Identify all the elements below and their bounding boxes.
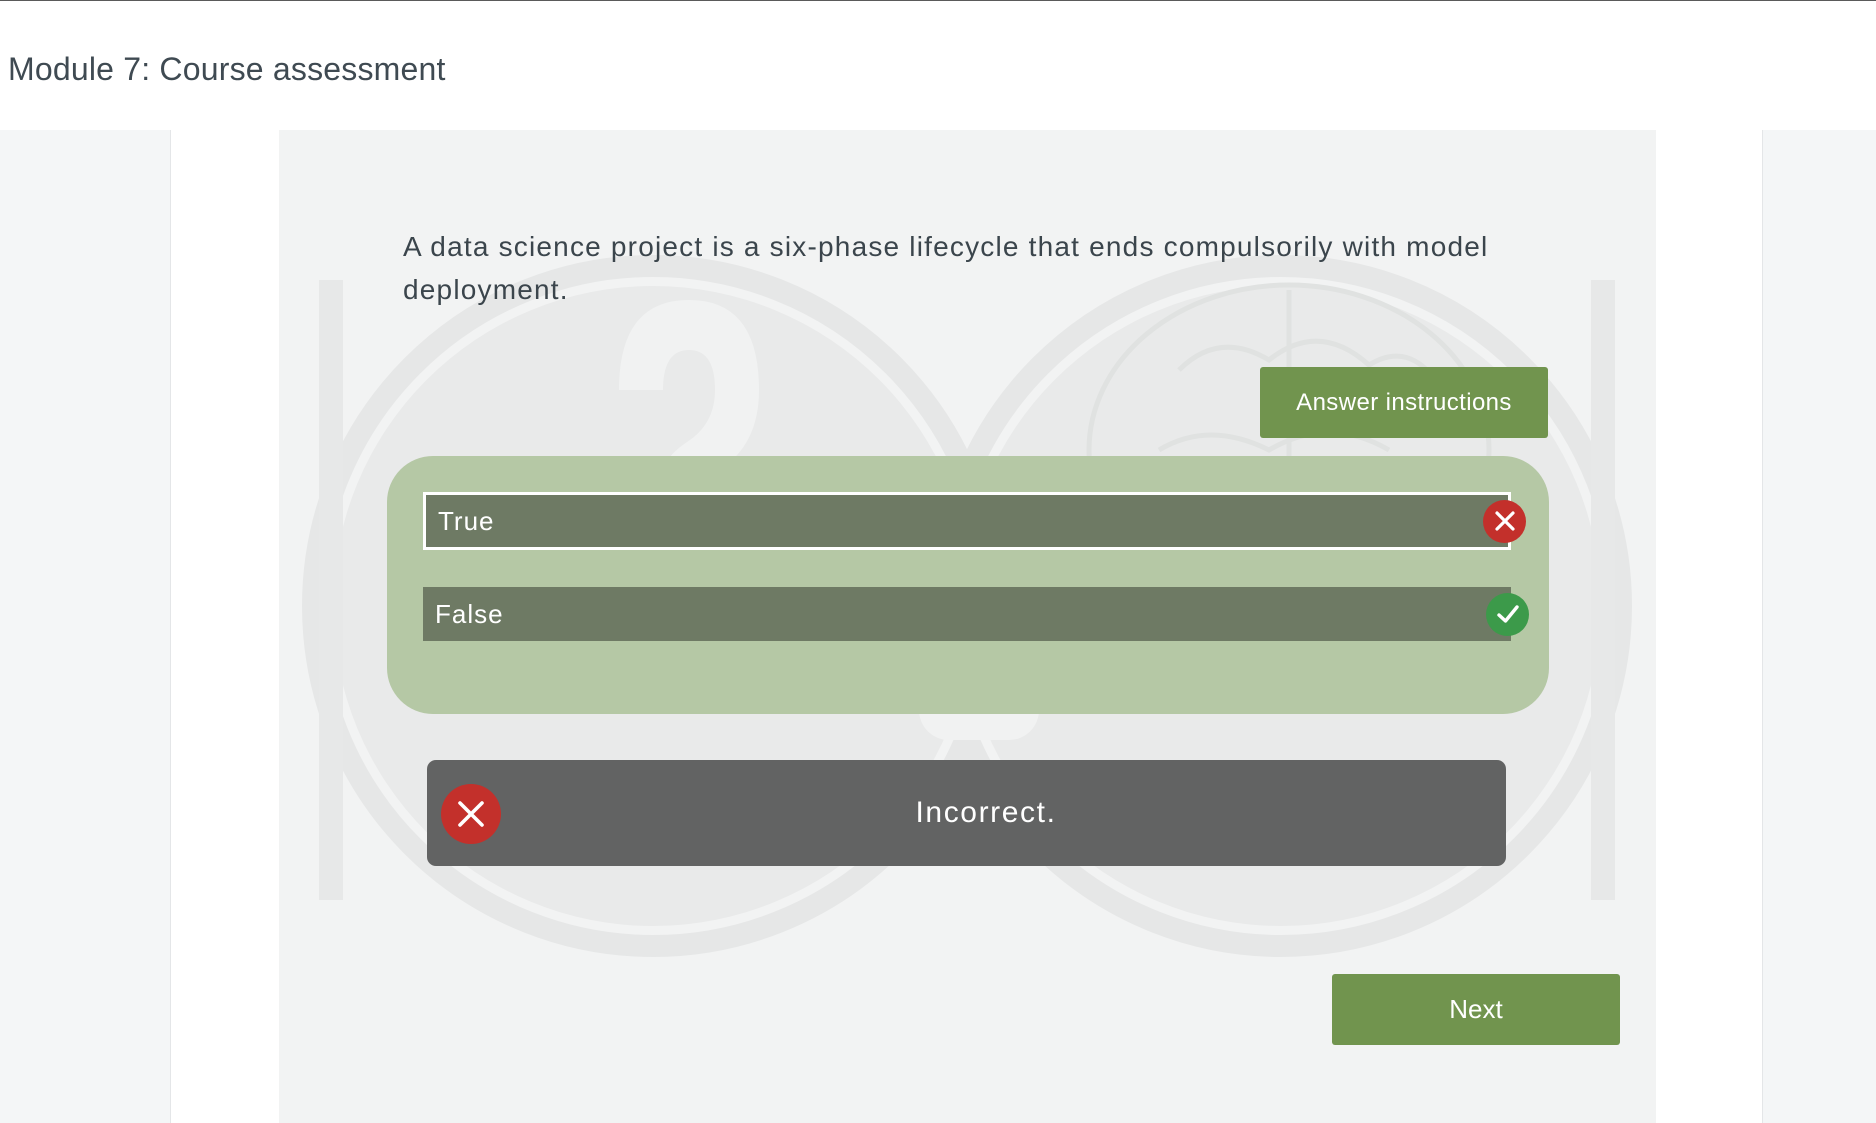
feedback-text: Incorrect. — [915, 796, 1057, 829]
question-text: A data science project is a six-phase li… — [403, 231, 1489, 305]
x-icon — [441, 784, 501, 844]
left-gutter — [0, 130, 171, 1123]
feedback-banner: Incorrect. — [427, 760, 1506, 866]
check-icon — [1486, 592, 1529, 636]
answer-instructions-button[interactable]: Answer instructions — [1260, 367, 1548, 438]
x-icon — [1483, 499, 1526, 543]
right-gutter — [1762, 130, 1876, 1123]
page-title: Module 7: Course assessment — [8, 51, 446, 87]
page-header: Module 7: Course assessment — [0, 1, 1876, 130]
option-false[interactable]: False — [423, 587, 1529, 641]
answer-options-panel: True False — [387, 456, 1549, 714]
option-label: False — [435, 598, 504, 629]
option-label: True — [438, 505, 495, 536]
question-stage: A data science project is a six-phase li… — [279, 130, 1656, 1123]
next-button[interactable]: Next — [1332, 974, 1620, 1045]
option-true[interactable]: True — [423, 492, 1526, 550]
